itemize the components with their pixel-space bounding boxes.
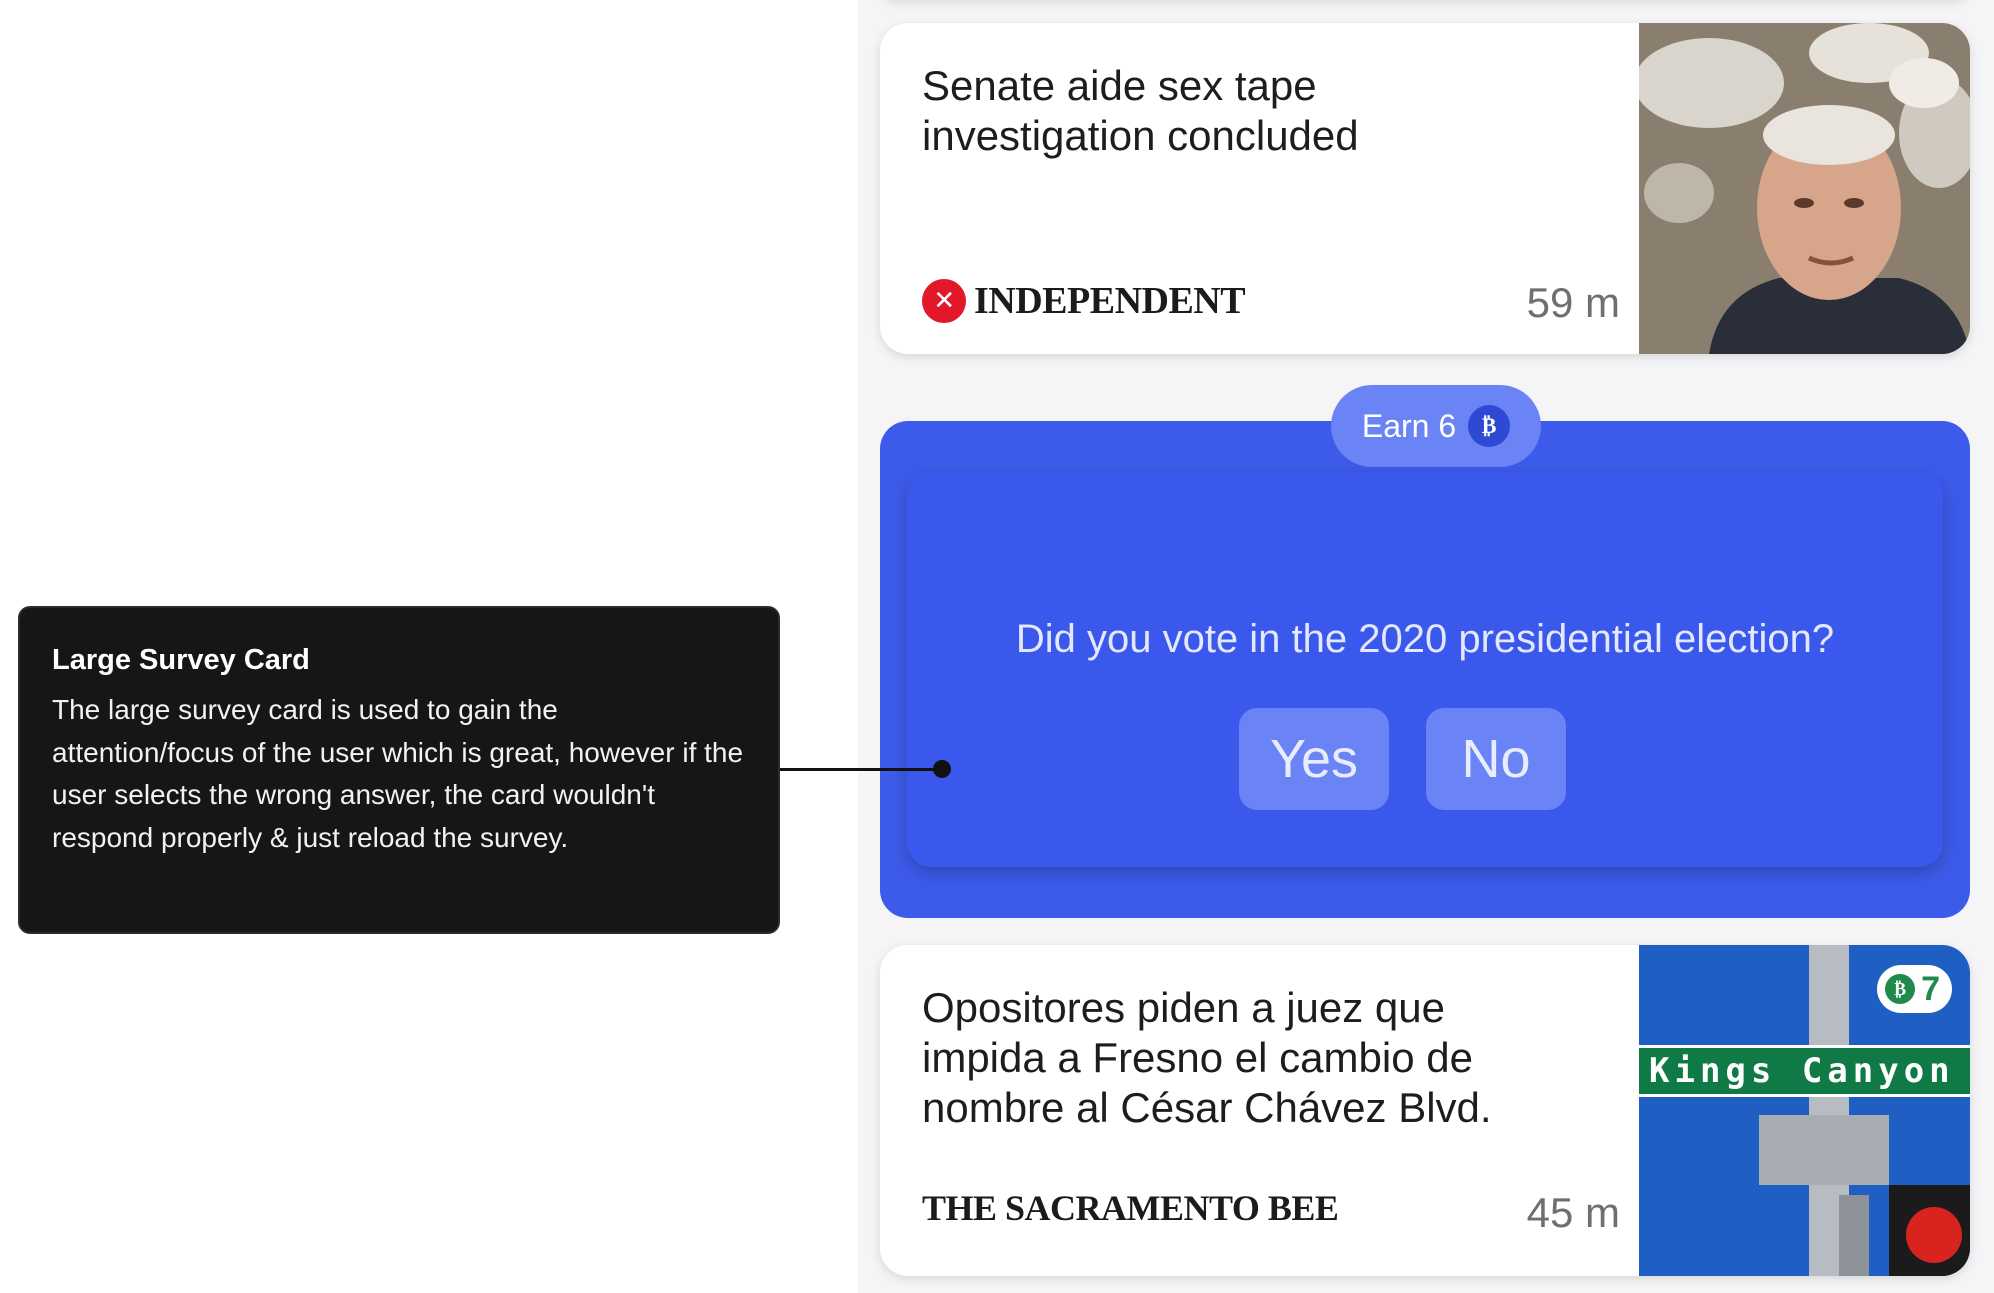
- annotation-connector-dot: [933, 760, 951, 778]
- no-button[interactable]: No: [1426, 708, 1566, 810]
- news-photo: Kings Canyon ₿ 7: [1639, 945, 1970, 1276]
- news-photo: [1639, 23, 1970, 354]
- eagle-icon: ✕: [922, 279, 966, 323]
- reward-badge: ₿ 7: [1877, 965, 1952, 1013]
- earn-reward-pill: Earn 6 ₿: [1331, 385, 1541, 467]
- source-name: INDEPENDENT: [974, 280, 1246, 322]
- news-card-sacramento-bee[interactable]: Opositores piden a juez que impida a Fre…: [880, 945, 1970, 1276]
- annotation-title: Large Survey Card: [52, 644, 310, 676]
- survey-panel: Did you vote in the 2020 presidential el…: [907, 472, 1943, 867]
- large-survey-card: Did you vote in the 2020 presidential el…: [880, 421, 1970, 918]
- news-source: ✕ INDEPENDENT: [922, 279, 1246, 323]
- annotation-connector-line: [780, 768, 942, 771]
- news-source: THE SACRAMENTO BEE: [922, 1188, 1339, 1228]
- news-headline: Opositores piden a juez que impida a Fre…: [922, 984, 1492, 1131]
- earn-label: Earn 6: [1361, 407, 1457, 444]
- street-sign: Kings Canyon: [1639, 1045, 1970, 1097]
- reward-badge-count: 7: [1921, 969, 1940, 1008]
- news-timestamp: 59 m: [1526, 279, 1620, 326]
- news-card-independent[interactable]: Senate aide sex tape investigation concl…: [880, 23, 1970, 354]
- coin-icon: ₿: [1468, 405, 1511, 447]
- annotation-callout: Large Survey Card The large survey card …: [18, 606, 780, 934]
- annotation-body: The large survey card is used to gain th…: [52, 694, 744, 853]
- news-headline: Senate aide sex tape investigation concl…: [922, 62, 1359, 159]
- yes-button[interactable]: Yes: [1239, 708, 1389, 810]
- news-timestamp: 45 m: [1526, 1189, 1620, 1236]
- coin-icon: ₿: [1885, 974, 1916, 1004]
- survey-question: Did you vote in the 2020 presidential el…: [1015, 617, 1835, 661]
